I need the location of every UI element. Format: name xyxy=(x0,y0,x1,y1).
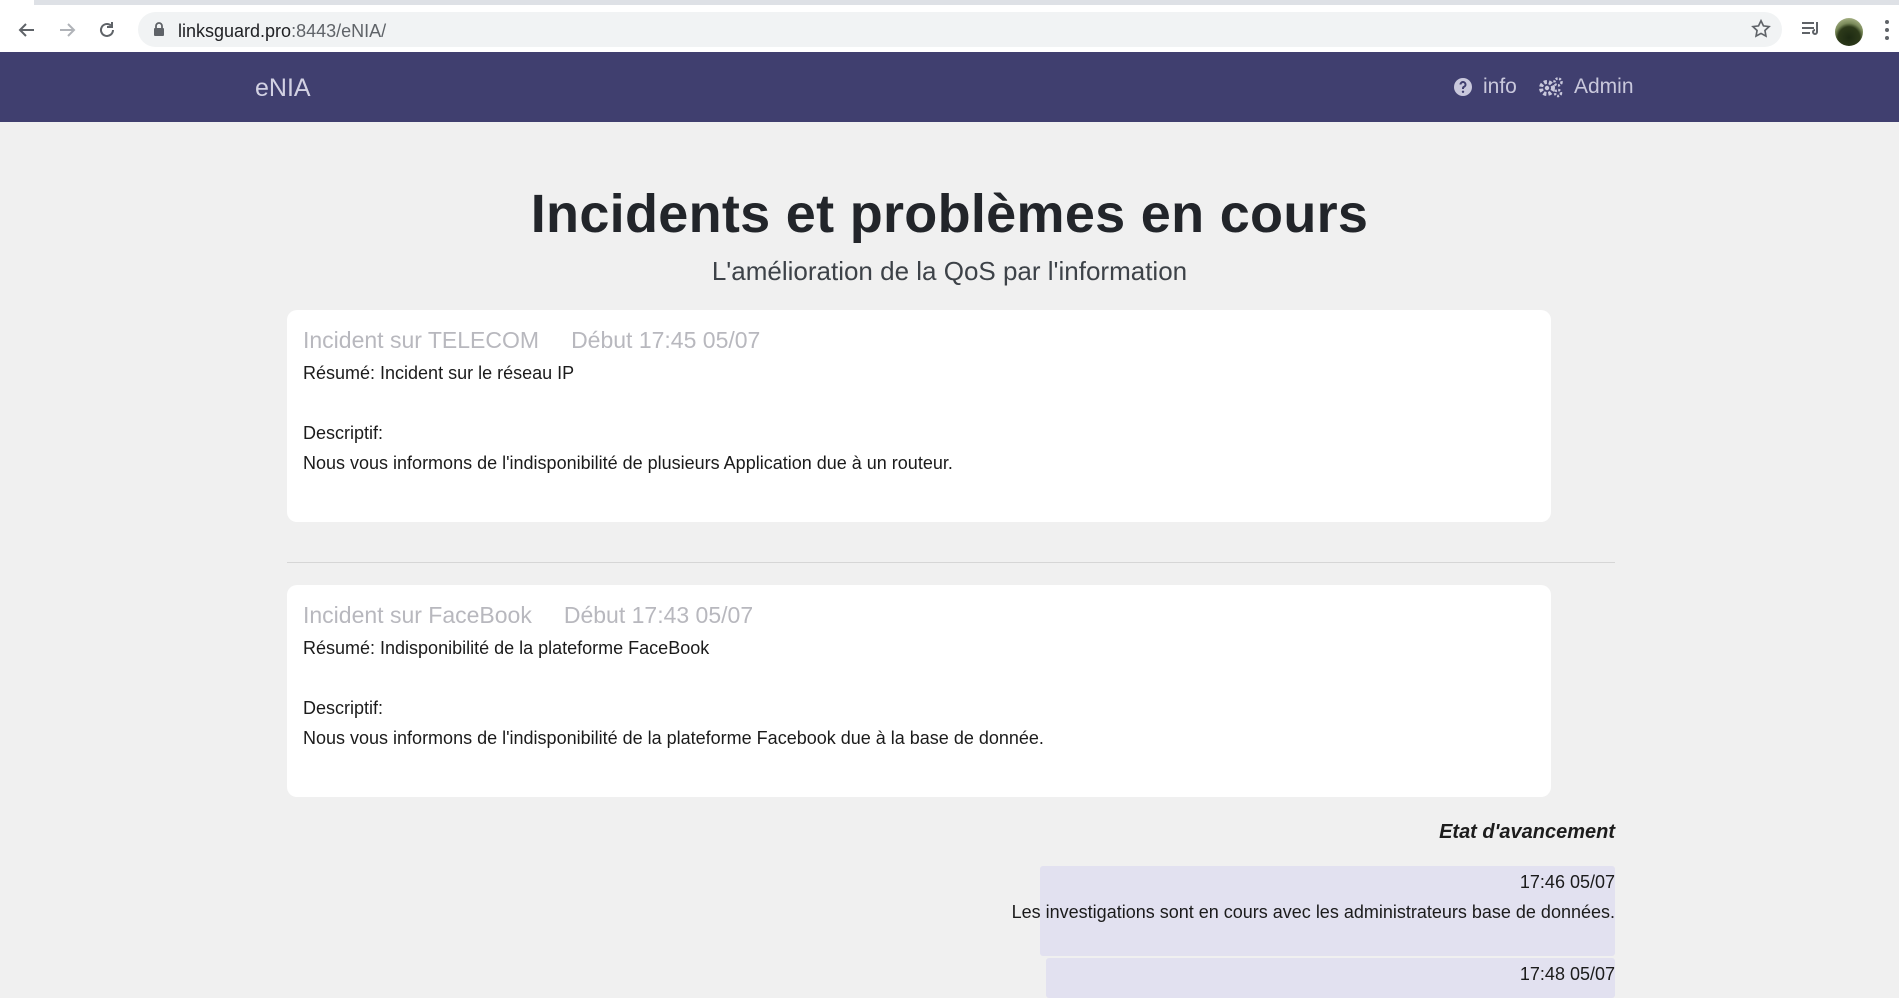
incident-start: Début 17:43 05/07 xyxy=(563,602,754,628)
incident-header: Incident sur FaceBook Début 17:43 05/07 xyxy=(303,602,753,629)
update-time: 17:48 05/07 xyxy=(1519,964,1615,984)
incident-card: Incident sur FaceBook Début 17:43 05/07 … xyxy=(287,585,1551,797)
admin-label: Admin xyxy=(1574,75,1634,98)
incident-header: Incident sur TELECOM Début 17:45 05/07 xyxy=(303,327,760,354)
incident-description-label: Descriptif: xyxy=(303,698,384,718)
incident-summary: Résumé: Indisponibilité de la plateforme… xyxy=(303,638,710,658)
divider xyxy=(287,562,1615,563)
bookmark-star-icon[interactable] xyxy=(1750,18,1772,44)
back-button[interactable] xyxy=(12,15,42,45)
address-bar[interactable]: linksguard.pro:8443/eNIA/ xyxy=(138,12,1782,47)
progress-update: 17:46 05/07 Les investigations sont en c… xyxy=(1012,866,1615,956)
info-label: info xyxy=(1483,75,1517,98)
incident-card: Incident sur TELECOM Début 17:45 05/07 R… xyxy=(287,310,1551,522)
incident-title: Incident sur TELECOM xyxy=(303,327,540,353)
app-navbar: eNIA info Admin xyxy=(0,52,1899,122)
incident-description: Nous vous informons de l'indisponibilité… xyxy=(303,453,953,473)
progress-title: Etat d'avancement xyxy=(1439,821,1615,843)
reload-icon xyxy=(100,22,114,37)
info-link[interactable]: info xyxy=(1453,75,1517,99)
incident-title: Incident sur FaceBook xyxy=(303,602,532,628)
page-subtitle: L'amélioration de la QoS par l'informati… xyxy=(711,256,1188,286)
update-time: 17:46 05/07 xyxy=(1519,872,1615,892)
update-text: Les investigations sont en cours avec le… xyxy=(1011,902,1615,922)
incident-start: Début 17:45 05/07 xyxy=(571,327,761,353)
back-arrow-icon xyxy=(18,23,34,37)
forward-button[interactable] xyxy=(52,15,82,45)
lock-icon xyxy=(152,21,166,41)
progress-update: 17:48 05/07 xyxy=(1046,958,1615,998)
question-circle-icon xyxy=(1454,78,1472,96)
url-text: linksguard.pro:8443/eNIA/ xyxy=(178,21,387,41)
page-title: Incidents et problèmes en cours xyxy=(530,184,1369,244)
browser-menu-icon[interactable] xyxy=(1884,19,1890,45)
incident-description-label: Descriptif: xyxy=(303,423,384,443)
incident-description: Nous vous informons de l'indisponibilité… xyxy=(303,728,1044,748)
forward-arrow-icon xyxy=(60,23,76,37)
brand-link[interactable]: eNIA xyxy=(255,74,311,103)
admin-link[interactable]: Admin xyxy=(1538,75,1634,99)
browser-toolbar: linksguard.pro:8443/eNIA/ xyxy=(0,5,1899,53)
incident-summary: Résumé: Incident sur le réseau IP xyxy=(303,363,575,383)
media-control-icon[interactable] xyxy=(1800,19,1822,43)
profile-avatar[interactable] xyxy=(1835,18,1863,46)
reload-button[interactable] xyxy=(92,15,122,45)
gears-icon xyxy=(1539,77,1563,98)
